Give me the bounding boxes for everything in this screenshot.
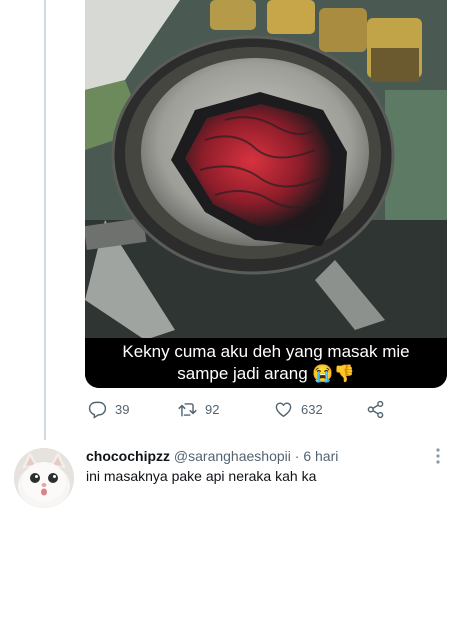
reply-icon <box>88 401 107 419</box>
burnt-noodles-photo <box>85 0 447 388</box>
like-button[interactable]: 632 <box>274 400 323 419</box>
reply-timestamp[interactable]: 6 hari <box>303 448 338 464</box>
reply-text: ini masaknya pake api neraka kah ka <box>86 468 317 484</box>
reply-tweet[interactable]: chocochipzz @saranghaeshopii · 6 hari in… <box>0 440 474 510</box>
user-handle[interactable]: @saranghaeshopii <box>174 448 291 464</box>
display-name[interactable]: chocochipzz <box>86 448 170 464</box>
avatar[interactable] <box>14 448 74 508</box>
caption-line-2: sampe jadi arang 😭👎 <box>177 364 355 383</box>
tweet-action-bar: 39 92 632 <box>88 400 398 422</box>
image-caption: Kekny cuma aku deh yang masak mie sampe … <box>85 338 447 388</box>
reply-header: chocochipzz @saranghaeshopii · 6 hari <box>86 447 338 465</box>
share-button[interactable] <box>366 400 385 419</box>
cat-avatar-image <box>14 448 74 508</box>
like-count: 632 <box>301 402 323 417</box>
caption-emojis: 😭👎 <box>312 364 355 383</box>
more-icon <box>436 448 440 464</box>
caption-line-1: Kekny cuma aku deh yang masak mie <box>122 342 410 361</box>
retweet-button[interactable]: 92 <box>178 400 219 419</box>
more-options-button[interactable] <box>430 446 446 466</box>
separator-dot: · <box>294 448 300 464</box>
retweet-icon <box>178 403 197 417</box>
retweet-count: 92 <box>205 402 220 417</box>
tweet-media-photo[interactable]: Kekny cuma aku deh yang masak mie sampe … <box>85 0 447 388</box>
share-icon <box>367 400 384 419</box>
reply-count: 39 <box>115 402 130 417</box>
thread-connector-line <box>44 0 46 440</box>
heart-icon <box>275 402 292 417</box>
reply-button[interactable]: 39 <box>88 400 129 419</box>
